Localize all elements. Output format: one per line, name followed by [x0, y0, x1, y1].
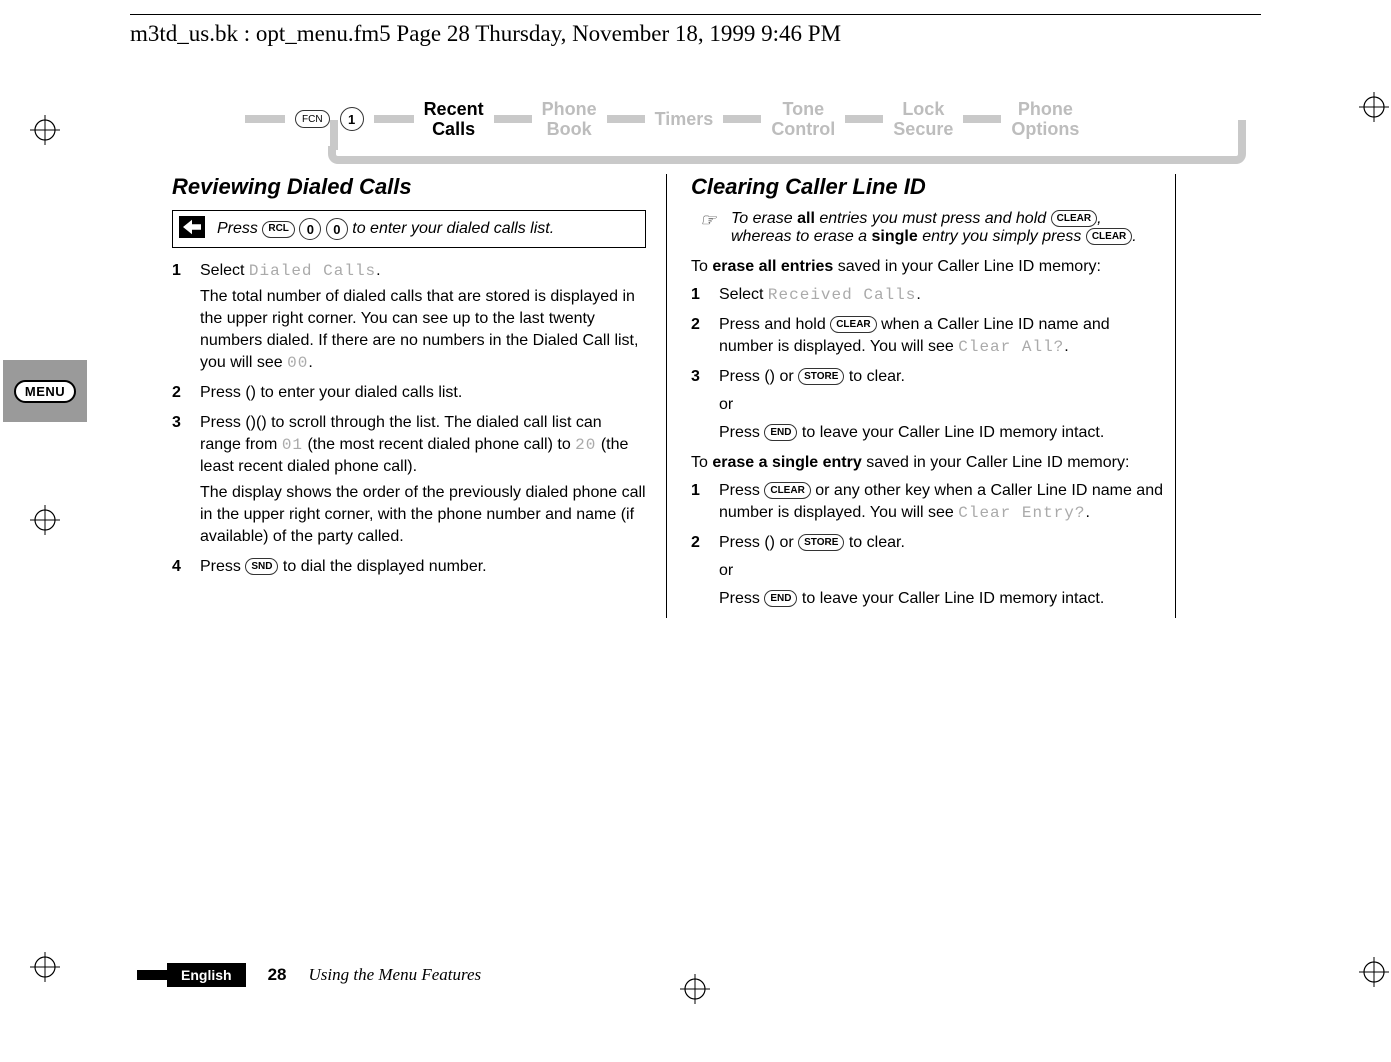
lcd-text: 20: [575, 436, 596, 454]
list-item: Press () or STORE to clear. or Press END…: [691, 532, 1165, 610]
store-key-icon: STORE: [798, 368, 844, 385]
note-icon: ☞: [691, 210, 725, 230]
list-item: Press ()() to scroll through the list. T…: [172, 412, 646, 548]
clear-key-icon: CLEAR: [1051, 210, 1097, 227]
rcl-key-icon: RCL: [262, 221, 295, 238]
shortcut-tip-box: Press RCL 0 0 to enter your dialed calls…: [172, 210, 646, 248]
nav-return-connector-icon: [328, 146, 1246, 164]
crop-mark-icon: [30, 505, 60, 535]
right-column: Clearing Caller Line ID ☞ To erase all e…: [667, 174, 1176, 618]
clear-key-icon: CLEAR: [764, 482, 810, 499]
footer-language: English: [167, 963, 246, 987]
footer-bar-icon: [137, 970, 167, 980]
nav-item-phone-book: Phone Book: [542, 99, 597, 139]
list-item: Press CLEAR or any other key when a Call…: [691, 480, 1165, 524]
footer-chapter-title: Using the Menu Features: [308, 965, 481, 985]
heading-clearing-caller-line-id: Clearing Caller Line ID: [691, 174, 1165, 200]
shortcut-icon: [179, 216, 205, 238]
nav-item-recent-calls: Recent Calls: [424, 99, 484, 139]
list-item: Press () or STORE to clear. or Press END…: [691, 366, 1165, 444]
or-text: or: [719, 394, 1165, 416]
nav-item-lock-secure: Lock Secure: [893, 99, 953, 139]
intro-erase-single: To erase a single entry saved in your Ca…: [691, 452, 1165, 474]
one-key-icon: 1: [340, 107, 364, 131]
clear-key-icon: CLEAR: [830, 316, 876, 333]
fcn-key-icon: FCN: [295, 110, 330, 128]
or-text: or: [719, 560, 1165, 582]
menu-breadcrumb: FCN 1 Recent Calls Phone Book Timers Ton…: [245, 90, 1246, 148]
menu-side-badge: MENU: [3, 360, 87, 422]
list-item: Select Received Calls.: [691, 284, 1165, 306]
crop-mark-icon: [30, 115, 60, 145]
end-key-icon: END: [764, 424, 797, 441]
lcd-text: Received Calls: [768, 286, 916, 304]
left-column: Reviewing Dialed Calls Press RCL 0 0 to …: [172, 174, 667, 618]
steps-list: Select Dialed Calls. The total number of…: [172, 260, 646, 578]
list-item: Press SND to dial the displayed number.: [172, 556, 646, 578]
heading-reviewing-dialed-calls: Reviewing Dialed Calls: [172, 174, 646, 200]
snd-key-icon: SND: [245, 558, 278, 575]
list-item: Press and hold CLEAR when a Caller Line …: [691, 314, 1165, 358]
step-body: The display shows the order of the previ…: [200, 482, 646, 548]
crop-mark-icon: [1359, 92, 1389, 122]
nav-item-phone-options: Phone Options: [1011, 99, 1079, 139]
page-footer: English 28 Using the Menu Features: [137, 963, 481, 987]
crop-mark-icon: [30, 952, 60, 982]
end-key-icon: END: [764, 590, 797, 607]
nav-item-tone-control: Tone Control: [771, 99, 835, 139]
clear-key-icon: CLEAR: [1086, 228, 1132, 245]
lcd-text: Clear Entry?: [958, 504, 1085, 522]
steps-list: Press CLEAR or any other key when a Call…: [691, 480, 1165, 610]
menu-side-badge-label: MENU: [14, 380, 76, 403]
crop-mark-icon: [680, 974, 710, 1004]
note-tip: ☞ To erase all entries you must press an…: [691, 210, 1165, 246]
store-key-icon: STORE: [798, 534, 844, 551]
step-body: The total number of dialed calls that ar…: [200, 286, 646, 374]
lcd-text: 00: [287, 354, 308, 372]
zero-key-icon: 0: [299, 218, 321, 240]
shortcut-text: Press RCL 0 0 to enter your dialed calls…: [217, 220, 554, 237]
steps-list: Select Received Calls. Press and hold CL…: [691, 284, 1165, 444]
list-item: Select Dialed Calls. The total number of…: [172, 260, 646, 374]
lcd-text: Clear All?: [958, 338, 1064, 356]
crop-mark-icon: [1359, 957, 1389, 987]
nav-item-timers: Timers: [655, 109, 714, 129]
list-item: Press () to enter your dialed calls list…: [172, 382, 646, 404]
footer-page-number: 28: [268, 965, 287, 985]
intro-erase-all: To erase all entries saved in your Calle…: [691, 256, 1165, 278]
running-header: m3td_us.bk : opt_menu.fm5 Page 28 Thursd…: [130, 14, 1261, 47]
lcd-text: Dialed Calls: [249, 262, 376, 280]
lcd-text: 01: [282, 436, 303, 454]
zero-key-icon: 0: [326, 218, 348, 240]
